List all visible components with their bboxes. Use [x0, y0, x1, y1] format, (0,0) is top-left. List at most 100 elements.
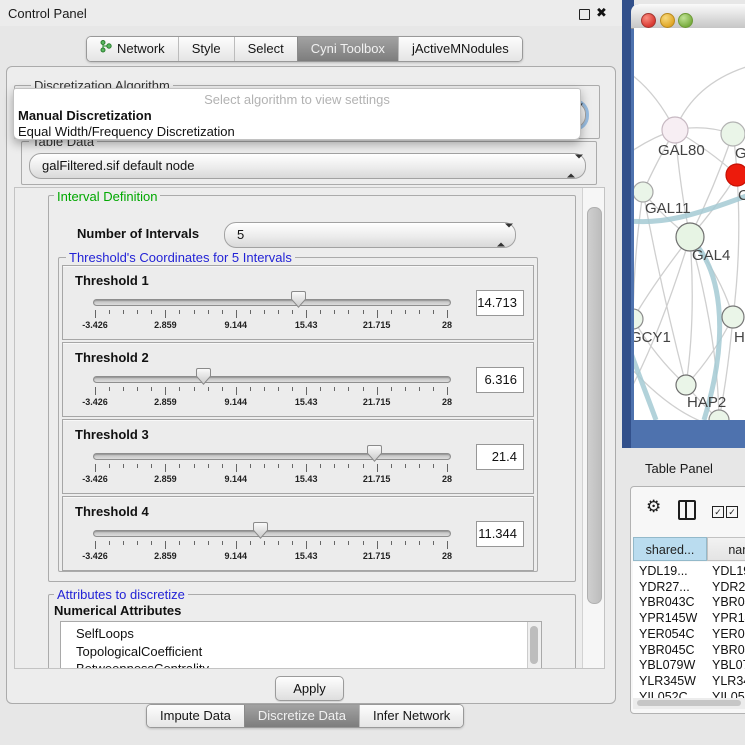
network-node[interactable] — [722, 306, 744, 328]
slider-tick — [151, 541, 152, 545]
table-column-header[interactable]: shared... — [633, 537, 707, 561]
number-of-intervals-label: Number of Intervals — [77, 226, 199, 241]
zoom-traffic-light-icon[interactable] — [678, 13, 693, 28]
slider-tick — [165, 464, 166, 472]
settings-scrollbar[interactable] — [582, 188, 605, 668]
checkbox-icon[interactable]: ✓ — [726, 506, 738, 518]
slider-scale-label: 2.859 — [154, 320, 177, 330]
network-edge[interactable] — [634, 192, 643, 319]
table-cell[interactable]: YBR043C — [639, 595, 703, 611]
table-cell[interactable]: YDL19... — [712, 564, 745, 580]
threshold-slider-track[interactable] — [93, 299, 451, 306]
slider-scale-label: 15.43 — [295, 320, 318, 330]
tab-discretize-data[interactable]: Discretize Data — [244, 705, 359, 727]
slider-tick — [264, 310, 265, 314]
threshold-value-field[interactable]: 6.316 — [476, 367, 524, 393]
slider-tick — [236, 541, 237, 549]
float-window-icon[interactable] — [579, 9, 590, 20]
slider-scale-label: 21.715 — [363, 397, 391, 407]
network-node[interactable] — [721, 122, 745, 146]
threshold-slider-track[interactable] — [93, 530, 451, 537]
table-cell[interactable]: YER054C — [712, 627, 745, 643]
table-cell[interactable]: YBL079W — [712, 658, 745, 674]
threshold-slider-track[interactable] — [93, 376, 451, 383]
algorithm-menu-item[interactable]: Equal Width/Frequency Discretization — [18, 124, 235, 139]
table-data-combobox[interactable]: galFiltered.sif default node — [29, 153, 586, 179]
table-cell[interactable]: YPR145W — [712, 611, 745, 627]
slider-tick — [250, 310, 251, 314]
slider-tick — [123, 310, 124, 314]
threshold-slider-handle[interactable] — [291, 291, 306, 308]
minimize-traffic-light-icon[interactable] — [660, 13, 675, 28]
attribute-list-item[interactable]: SelfLoops — [76, 626, 134, 641]
threshold-value-field[interactable]: 14.713 — [476, 290, 524, 316]
network-canvas[interactable]: GAL80GACGAL11GAL4GCY1HHAP2 — [634, 28, 745, 420]
network-edge-thick[interactable] — [692, 240, 720, 420]
attribute-list-item[interactable]: TopologicalCoefficient — [76, 644, 202, 659]
gear-icon[interactable]: ⚙ — [646, 497, 661, 517]
list-scrollbar-thumb[interactable] — [530, 626, 538, 664]
tab-impute-data[interactable]: Impute Data — [147, 705, 244, 727]
numerical-attributes-list[interactable]: SelfLoops TopologicalCoefficient Betweenne… — [60, 621, 542, 669]
slider-tick — [377, 464, 378, 472]
network-window-titlebar[interactable] — [631, 4, 745, 29]
network-node-GAL11[interactable] — [634, 182, 653, 202]
table-cell[interactable]: YBL079W — [639, 658, 703, 674]
table-column-header[interactable]: name — [707, 537, 745, 561]
tab-label: Cyni Toolbox — [311, 37, 385, 61]
network-edge[interactable] — [675, 66, 745, 130]
table-cell[interactable]: YER054C — [639, 627, 703, 643]
table-hscrollbar[interactable] — [633, 698, 745, 709]
threshold-slider-handle[interactable] — [253, 522, 268, 539]
table-cell[interactable]: YPR145W — [639, 611, 703, 627]
table-cell[interactable]: YDL19... — [639, 564, 703, 580]
number-of-intervals-combobox[interactable]: 5 — [224, 222, 516, 248]
algorithm-menu-item[interactable]: Manual Discretization — [18, 108, 152, 123]
tab-cyni-toolbox[interactable]: Cyni Toolbox — [297, 37, 398, 61]
close-traffic-light-icon[interactable] — [641, 13, 656, 28]
table-cell[interactable]: YBR045C — [712, 643, 745, 659]
network-edge[interactable] — [634, 237, 690, 319]
table-cell[interactable]: YBR045C — [639, 643, 703, 659]
close-icon[interactable]: ✖ — [596, 5, 607, 21]
table-cell[interactable]: YDR27... — [639, 580, 703, 596]
table-cell[interactable]: YBR043C — [712, 595, 745, 611]
tab-infer-network[interactable]: Infer Network — [359, 705, 463, 727]
tab-style[interactable]: Style — [178, 37, 234, 61]
table-cell[interactable]: YLR345W — [712, 674, 745, 690]
slider-tick — [419, 541, 420, 545]
table-cell[interactable]: YDR27... — [712, 580, 745, 596]
combo-arrows-icon — [567, 159, 575, 174]
network-node[interactable] — [709, 410, 729, 420]
slider-scale-label: -3.426 — [82, 397, 108, 407]
network-node-GCY1[interactable] — [634, 309, 643, 329]
slider-tick — [320, 541, 321, 545]
slider-tick — [137, 541, 138, 545]
network-node-GAL80[interactable] — [662, 117, 688, 143]
network-node-HAP2[interactable] — [676, 375, 696, 395]
attribute-list-item[interactable]: BetweennessCentrality — [76, 661, 209, 669]
slider-tick — [419, 310, 420, 314]
columns-icon[interactable] — [678, 500, 696, 520]
tab-network[interactable]: Network — [87, 37, 178, 61]
slider-scale-label: 2.859 — [154, 474, 177, 484]
list-scrollbar[interactable] — [527, 622, 541, 669]
threshold-slider-handle[interactable] — [367, 445, 382, 462]
slider-tick — [208, 541, 209, 545]
apply-button[interactable]: Apply — [275, 676, 344, 701]
network-node[interactable] — [726, 164, 745, 186]
table-hscrollbar-thumb[interactable] — [637, 700, 741, 706]
checkbox-icon[interactable]: ✓ — [712, 506, 724, 518]
threshold-slider-track[interactable] — [93, 453, 451, 460]
settings-scrollbar-thumb[interactable] — [587, 207, 602, 604]
threshold-value-field[interactable]: 21.4 — [476, 444, 524, 470]
table-cell[interactable]: YLR345W — [639, 674, 703, 690]
threshold-slider-handle[interactable] — [196, 368, 211, 385]
threshold-value-field[interactable]: 11.344 — [476, 521, 524, 547]
slider-scale-label: 28 — [442, 551, 452, 561]
app-root: Control Panel ✖ NetworkStyleSelectCyni T… — [0, 0, 745, 745]
tab-jactivemnodules[interactable]: jActiveMNodules — [398, 37, 522, 61]
algorithm-dropdown-popup: Select algorithm to view settings Manual… — [13, 88, 581, 140]
tab-select[interactable]: Select — [234, 37, 297, 61]
network-edge[interactable] — [690, 237, 719, 420]
